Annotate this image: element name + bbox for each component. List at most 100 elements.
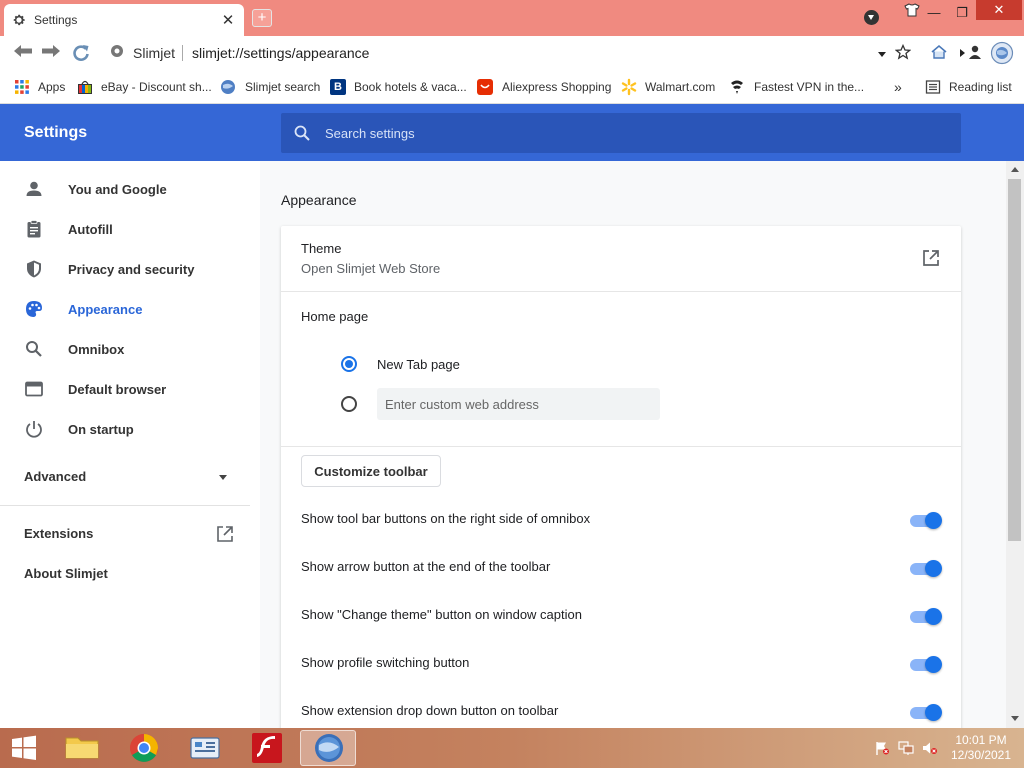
overflow-chevron-icon: » — [894, 79, 902, 95]
toggle-row: Show extension drop down button on toolb… — [281, 687, 961, 728]
appearance-card: Theme Open Slimjet Web Store Home page N… — [281, 226, 961, 728]
tab-close-icon[interactable]: ✕ — [220, 11, 236, 29]
toggle-label: Show extension drop down button on toolb… — [301, 703, 559, 718]
dropdown-circle-icon[interactable] — [864, 10, 879, 25]
folder-icon — [65, 737, 99, 759]
toggle-switch[interactable] — [910, 704, 942, 721]
control-panel-taskbar-button[interactable] — [177, 730, 233, 766]
toggle-switch[interactable] — [910, 608, 942, 625]
site-name: Slimjet — [133, 45, 176, 61]
theme-row[interactable]: Theme Open Slimjet Web Store — [281, 226, 961, 292]
url-dropdown-icon[interactable] — [873, 44, 891, 62]
aliexpress-icon — [477, 79, 493, 95]
sidebar-advanced[interactable]: Advanced — [24, 469, 86, 484]
sidebar-about-link[interactable]: About Slimjet — [24, 566, 108, 581]
sidebar-item-you-and-google[interactable]: You and Google — [0, 169, 250, 209]
bookmark-label: Reading list — [949, 80, 1012, 94]
toggle-label: Show profile switching button — [301, 655, 470, 670]
toggle-row: Show arrow button at the end of the tool… — [281, 543, 961, 591]
bookmark-apps[interactable]: Apps — [14, 78, 65, 96]
settings-header: Settings — [0, 104, 1024, 161]
flash-taskbar-button[interactable] — [239, 730, 295, 766]
sidebar-item-on-startup[interactable]: On startup — [0, 409, 250, 449]
search-settings-box[interactable] — [281, 113, 961, 153]
new-tab-button[interactable]: + — [252, 9, 272, 27]
slimjet-taskbar-button[interactable] — [300, 730, 356, 766]
start-button[interactable] — [0, 730, 48, 766]
ebay-icon — [78, 80, 92, 94]
bookmark-booking[interactable]: B Book hotels & vaca... — [330, 78, 467, 96]
person-icon — [26, 181, 42, 196]
bookmarks-overflow-button[interactable]: » — [894, 78, 902, 96]
tab-settings[interactable]: Settings ✕ — [4, 4, 244, 36]
reading-list-button[interactable]: Reading list — [925, 78, 1012, 96]
radio-new-tab[interactable] — [341, 356, 357, 372]
control-panel-icon — [190, 737, 220, 759]
back-icon[interactable] — [12, 43, 34, 63]
toggle-label: Show arrow button at the end of the tool… — [301, 559, 551, 574]
volume-muted-icon[interactable] — [922, 741, 938, 755]
home-icon[interactable] — [930, 44, 948, 62]
close-window-button[interactable]: ✕ — [976, 0, 1022, 20]
radio-custom-address[interactable] — [341, 396, 357, 412]
scroll-up-icon[interactable] — [1011, 167, 1019, 172]
reading-list-icon — [925, 80, 941, 94]
address-bar[interactable]: slimjet://settings/appearance — [192, 45, 369, 61]
windows-logo-icon — [12, 735, 36, 760]
custom-address-input[interactable] — [377, 388, 660, 420]
forward-icon[interactable] — [40, 43, 62, 63]
settings-main: Appearance Theme Open Slimjet Web Store … — [260, 161, 1006, 728]
sidebar-item-label: Appearance — [68, 301, 143, 317]
sidebar-item-autofill[interactable]: Autofill — [0, 209, 250, 249]
sidebar-item-appearance[interactable]: Appearance — [0, 289, 250, 329]
scroll-down-icon[interactable] — [1011, 716, 1019, 721]
profile-icon[interactable] — [966, 44, 984, 62]
action-center-flag-icon[interactable] — [874, 741, 890, 755]
apps-grid-icon — [15, 80, 29, 94]
bookmark-label: Walmart.com — [645, 80, 716, 94]
page-scrollbar[interactable] — [1006, 161, 1024, 728]
bookmark-label: Slimjet search — [245, 80, 321, 94]
toggle-switch[interactable] — [910, 512, 942, 529]
chrome-taskbar-button[interactable] — [116, 730, 172, 766]
browser-icon — [25, 381, 43, 397]
open-external-icon[interactable] — [921, 248, 941, 268]
restore-button[interactable]: ❐ — [948, 2, 976, 24]
bookmark-label: eBay - Discount sh... — [101, 80, 212, 94]
customize-toolbar-button[interactable]: Customize toolbar — [301, 455, 441, 487]
bookmark-slimjet-search[interactable]: Slimjet search — [220, 78, 320, 96]
bookmarks-bar: Apps eBay - Discount sh... Slimjet searc… — [0, 70, 1024, 104]
windows-taskbar: 10:01 PM 12/30/2021 — [0, 728, 1024, 768]
site-info-icon[interactable] — [108, 44, 126, 62]
bookmark-label: Apps — [38, 80, 66, 94]
scrollbar-thumb[interactable] — [1008, 179, 1021, 541]
booking-icon: B — [330, 79, 346, 95]
open-external-icon[interactable] — [216, 525, 234, 543]
toggle-row: Show tool bar buttons on the right side … — [281, 495, 961, 543]
search-icon — [294, 125, 310, 141]
walmart-spark-icon — [621, 78, 637, 96]
reload-icon[interactable] — [70, 43, 92, 63]
clipboard-icon — [27, 220, 41, 238]
chevron-down-icon[interactable] — [219, 475, 227, 480]
sidebar-item-omnibox[interactable]: Omnibox — [0, 329, 250, 369]
sidebar-item-default-browser[interactable]: Default browser — [0, 369, 250, 409]
gear-icon — [13, 14, 25, 26]
taskbar-clock[interactable]: 10:01 PM 12/30/2021 — [950, 733, 1012, 763]
sidebar-extensions-link[interactable]: Extensions — [24, 526, 93, 541]
toggle-switch[interactable] — [910, 656, 942, 673]
bookmark-aliexpress[interactable]: Aliexpress Shopping — [477, 78, 611, 96]
minimize-button[interactable]: — — [920, 2, 948, 24]
sidebar-item-privacy[interactable]: Privacy and security — [0, 249, 250, 289]
bookmark-star-icon[interactable] — [894, 43, 912, 62]
bookmark-walmart[interactable]: Walmart.com — [620, 78, 715, 96]
slimjet-menu-icon[interactable] — [990, 41, 1014, 65]
bookmark-ebay[interactable]: eBay - Discount sh... — [76, 78, 212, 96]
sidebar-item-label: Autofill — [68, 221, 113, 237]
toggle-switch[interactable] — [910, 560, 942, 577]
network-icon[interactable] — [898, 741, 914, 755]
search-input[interactable] — [325, 122, 925, 144]
bookmark-vpn[interactable]: Fastest VPN in the... — [729, 78, 864, 96]
file-explorer-taskbar-button[interactable] — [54, 730, 110, 766]
clock-date: 12/30/2021 — [950, 748, 1012, 762]
